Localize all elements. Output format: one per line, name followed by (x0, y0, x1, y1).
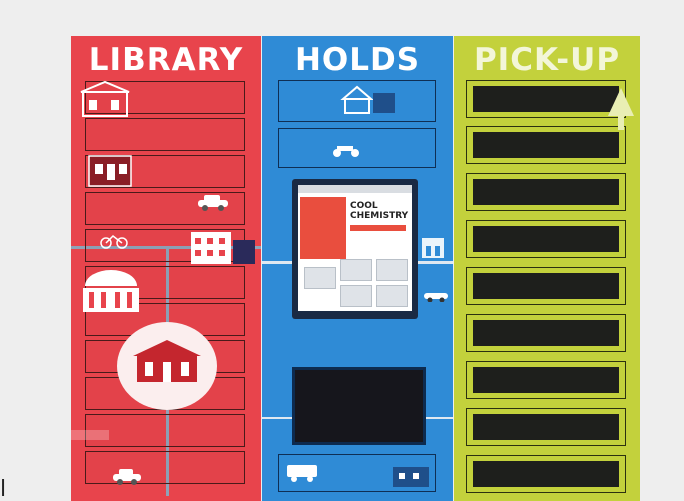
menu-tile[interactable] (340, 285, 372, 307)
house-icon (191, 232, 255, 264)
holds-locker-door[interactable] (278, 128, 436, 168)
pickup-locker-door[interactable] (466, 126, 626, 164)
book-cover-image (300, 197, 346, 259)
pickup-locker-door[interactable] (466, 173, 626, 211)
fire-station-icon (80, 80, 130, 117)
photo-stage: LIBRARY HOLDS COOL CHEMISTRY PICK-UP l (0, 0, 684, 501)
menu-tile[interactable] (304, 267, 336, 289)
restaurant-icon (88, 155, 132, 187)
bus-icon (287, 465, 317, 482)
ymca-icon (422, 238, 444, 258)
locker-window (473, 367, 619, 393)
library-panel: LIBRARY (71, 36, 261, 501)
house-icon (340, 85, 395, 114)
airport-icon (71, 430, 109, 440)
museum-icon (83, 270, 139, 312)
book-title-line1: COOL (350, 201, 378, 211)
pickup-locker-door[interactable] (466, 408, 626, 446)
menu-tile[interactable] (376, 259, 408, 281)
pickup-panel: PICK-UP (454, 36, 640, 501)
tree-icon (608, 88, 634, 130)
scooter-icon (333, 146, 359, 157)
pickup-locker-door[interactable] (466, 361, 626, 399)
partial-text-fragment: l (0, 477, 7, 501)
locker-window (473, 179, 619, 205)
holds-locker-door[interactable] (278, 80, 436, 122)
book-title-line2: CHEMISTRY (350, 211, 409, 221)
locker-window (473, 414, 619, 440)
pickup-locker-door[interactable] (466, 267, 626, 305)
holds-panel: HOLDS COOL CHEMISTRY (262, 36, 453, 501)
menu-tile[interactable] (340, 259, 372, 281)
locker-window (473, 461, 619, 487)
bicycle-icon (100, 235, 128, 249)
car-icon (198, 195, 228, 211)
pickup-locker-door[interactable] (466, 314, 626, 352)
locker-window (473, 132, 619, 158)
book-title: COOL CHEMISTRY (350, 201, 408, 221)
pickup-locker-door[interactable] (466, 455, 626, 493)
book-detail-bar (350, 225, 406, 231)
holds-locker-door[interactable] (278, 454, 436, 492)
pickup-locker-door[interactable] (466, 220, 626, 258)
kiosk-display[interactable]: COOL CHEMISTRY (298, 185, 412, 311)
locker-window (473, 320, 619, 346)
secondary-screen (292, 367, 426, 445)
menu-tile[interactable] (376, 285, 408, 307)
locker-window (473, 86, 619, 112)
locker-window (473, 226, 619, 252)
screen-header (298, 185, 412, 193)
library-locker-door[interactable] (85, 118, 245, 151)
holds-title: HOLDS (294, 42, 421, 78)
house-icon (393, 467, 429, 487)
pickup-title: PICK-UP (473, 42, 621, 78)
car-icon (424, 293, 448, 302)
locker-window (473, 273, 619, 299)
library-building-icon (117, 322, 217, 410)
library-title: LIBRARY (88, 42, 244, 78)
library-locker-door[interactable] (85, 451, 245, 484)
car-icon (113, 469, 141, 485)
kiosk-touchscreen[interactable]: COOL CHEMISTRY (292, 179, 418, 319)
pickup-locker-door[interactable] (466, 80, 626, 118)
